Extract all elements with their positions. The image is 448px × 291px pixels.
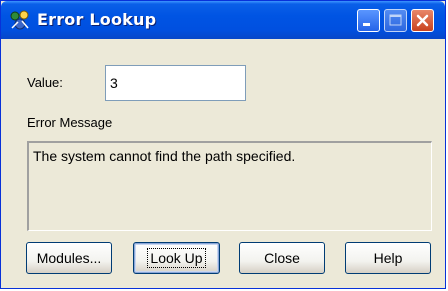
error-message-label: Error Message — [27, 115, 113, 130]
value-label: Value: — [27, 75, 63, 90]
look-up-button[interactable]: Look Up — [133, 242, 220, 274]
maximize-icon — [389, 14, 402, 26]
close-button[interactable]: Close — [239, 242, 325, 274]
modules-button[interactable]: Modules... — [26, 242, 112, 274]
help-button[interactable]: Help — [345, 242, 431, 274]
minimize-icon — [363, 23, 370, 26]
title-bar[interactable]: Error Lookup — [1, 1, 445, 39]
error-lookup-app-icon — [9, 9, 31, 31]
close-x-icon — [416, 14, 429, 27]
close-window-button[interactable] — [411, 9, 434, 32]
error-lookup-window: Error Lookup Value: Error Message The sy… — [0, 0, 446, 289]
minimize-button[interactable] — [357, 9, 380, 32]
look-up-label: Look Up — [147, 248, 206, 268]
error-message-box: The system cannot find the path specifie… — [27, 141, 432, 231]
window-title: Error Lookup — [37, 10, 157, 29]
value-input[interactable] — [105, 65, 246, 101]
maximize-button — [384, 9, 407, 32]
